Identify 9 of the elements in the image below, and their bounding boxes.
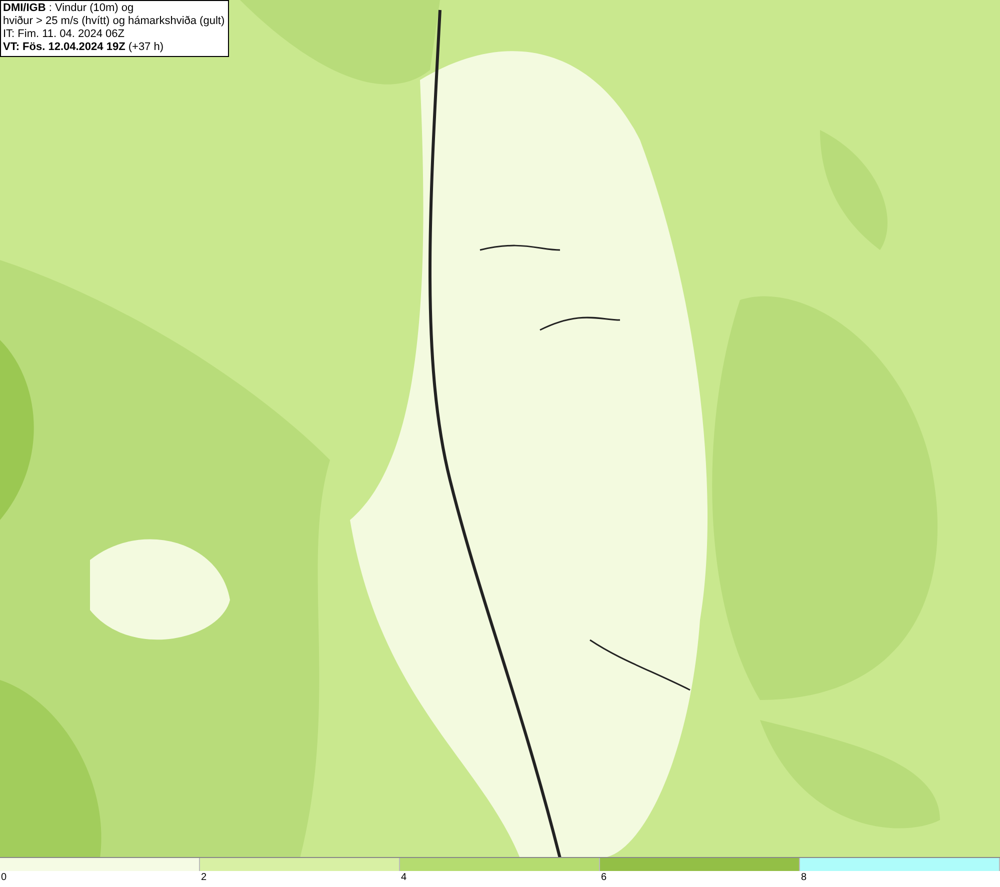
legend-label: 6: [600, 871, 607, 886]
legend-label: 4: [400, 871, 407, 886]
legend-label: 2: [200, 871, 207, 886]
legend-label: 0: [0, 871, 7, 886]
info-text: IT: Fim. 11. 04. 2024 06Z: [3, 28, 126, 41]
info-text: VT: Fös. 12.04.2024 19Z (+37 h): [3, 41, 165, 54]
info-text: hviður > 25 m/s (hvítt) og hámarkshviða (gult): [3, 15, 225, 28]
map-title: DMI/IGB : Vindur (10m) og: [3, 2, 135, 15]
legend-label: 8: [800, 871, 807, 886]
